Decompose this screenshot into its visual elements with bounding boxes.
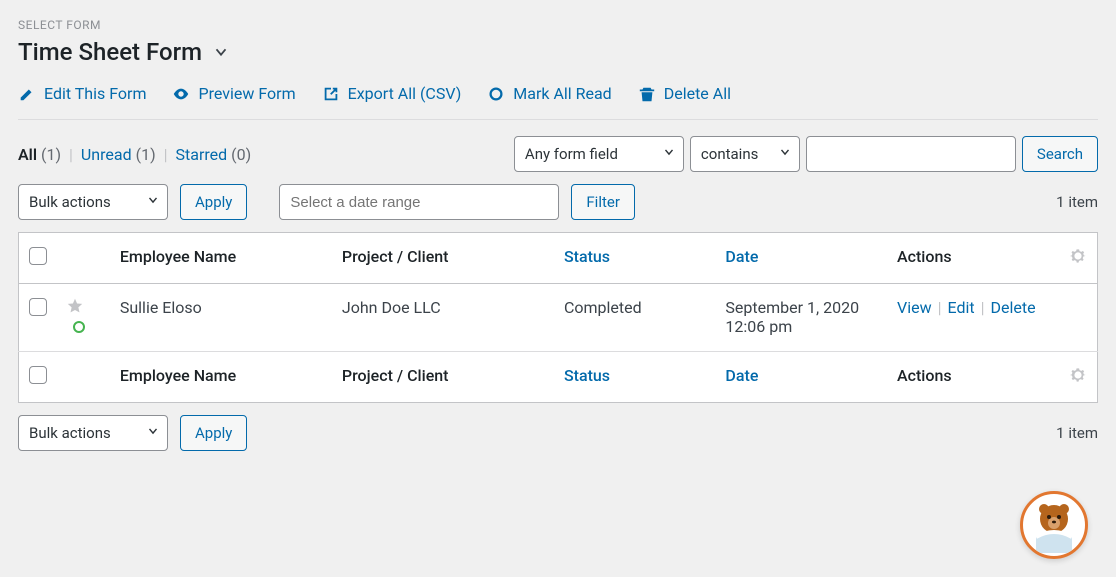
apply-button-bottom[interactable]: Apply xyxy=(180,415,247,451)
header-status[interactable]: Status xyxy=(554,233,715,284)
trash-icon xyxy=(638,85,656,103)
footer-checkbox-cell xyxy=(19,352,58,403)
mascot-icon xyxy=(1026,497,1082,553)
edit-form-link[interactable]: Edit This Form xyxy=(18,84,146,103)
filter-button[interactable]: Filter xyxy=(571,184,635,220)
header-checkbox-cell xyxy=(19,233,58,284)
footer-actions: Actions xyxy=(887,352,1059,403)
cell-status: Completed xyxy=(554,284,715,352)
entries-table: Employee Name Project / Client Status Da… xyxy=(18,232,1098,403)
cell-project-client: John Doe LLC xyxy=(332,284,554,352)
item-count-top: 1 item xyxy=(1056,193,1098,211)
edit-form-label: Edit This Form xyxy=(44,84,146,103)
export-csv-label: Export All (CSV) xyxy=(348,84,462,103)
operator-select-value: contains xyxy=(690,136,800,172)
form-title: Time Sheet Form xyxy=(18,38,202,66)
export-icon xyxy=(322,85,340,103)
tab-all-label: All xyxy=(18,145,37,164)
header-project-client: Project / Client xyxy=(332,233,554,284)
tab-starred[interactable]: Starred (0) xyxy=(176,145,252,164)
search-value-field[interactable] xyxy=(817,137,1005,171)
bulk-actions-select-bottom[interactable]: Bulk actions xyxy=(18,415,168,451)
eye-icon xyxy=(172,85,190,103)
separator xyxy=(18,119,1098,120)
cell-date: September 1, 2020 12:06 pm xyxy=(715,284,887,352)
view-link[interactable]: View xyxy=(897,298,932,317)
select-all-checkbox-footer[interactable] xyxy=(29,366,47,384)
circle-icon xyxy=(487,85,505,103)
tab-unread-label: Unread xyxy=(81,145,132,164)
footer-date[interactable]: Date xyxy=(715,352,887,403)
delete-all-label: Delete All xyxy=(664,84,731,103)
tab-starred-count: (0) xyxy=(231,145,251,164)
footer-indicators xyxy=(57,352,109,403)
header-indicators xyxy=(57,233,109,284)
footer-project-client: Project / Client xyxy=(332,352,554,403)
gear-icon xyxy=(1069,369,1087,388)
form-title-row: Time Sheet Form xyxy=(18,38,1098,66)
operator-select[interactable]: contains xyxy=(690,136,800,172)
select-all-checkbox[interactable] xyxy=(29,247,47,265)
search-value-input[interactable] xyxy=(806,136,1016,172)
entry-tabs: All (1) | Unread (1) | Starred (0) xyxy=(18,145,508,164)
tab-unread[interactable]: Unread (1) xyxy=(81,145,156,164)
header-actions: Actions xyxy=(887,233,1059,284)
field-select-value: Any form field xyxy=(514,136,684,172)
pencil-icon xyxy=(18,85,36,103)
select-form-label: SELECT FORM xyxy=(18,18,1098,32)
header-settings[interactable] xyxy=(1059,233,1098,284)
tab-all-count: (1) xyxy=(41,145,61,164)
row-checkbox-cell xyxy=(19,284,58,352)
filter-row-1: All (1) | Unread (1) | Starred (0) Any f… xyxy=(18,136,1098,172)
gear-icon xyxy=(1069,250,1087,269)
table-row: Sullie Eloso John Doe LLC Completed Sept… xyxy=(19,284,1098,352)
action-links: Edit This Form Preview Form Export All (… xyxy=(18,84,1098,103)
tab-starred-label: Starred xyxy=(176,145,228,164)
footer-employee-name: Employee Name xyxy=(110,352,332,403)
form-selector-toggle[interactable] xyxy=(212,43,230,61)
filter-row-2: Bulk actions Apply Filter 1 item xyxy=(18,184,1098,220)
field-select[interactable]: Any form field xyxy=(514,136,684,172)
delete-link[interactable]: Delete xyxy=(991,298,1036,317)
bulk-actions-value-bottom: Bulk actions xyxy=(18,415,168,451)
help-chat-button[interactable] xyxy=(1020,491,1088,559)
table-header-row: Employee Name Project / Client Status Da… xyxy=(19,233,1098,284)
date-range-field[interactable] xyxy=(290,185,548,219)
export-csv-link[interactable]: Export All (CSV) xyxy=(322,84,462,103)
footer-settings[interactable] xyxy=(1059,352,1098,403)
delete-all-link[interactable]: Delete All xyxy=(638,84,731,103)
cell-actions: View | Edit | Delete xyxy=(887,284,1098,352)
footer-status[interactable]: Status xyxy=(554,352,715,403)
item-count-bottom: 1 item xyxy=(1056,424,1098,442)
tab-unread-count: (1) xyxy=(136,145,156,164)
table-footer-row: Employee Name Project / Client Status Da… xyxy=(19,352,1098,403)
bottom-row: Bulk actions Apply 1 item xyxy=(18,415,1098,451)
preview-form-link[interactable]: Preview Form xyxy=(172,84,295,103)
tab-divider: | xyxy=(164,145,168,164)
action-separator: | xyxy=(938,298,942,317)
edit-link[interactable]: Edit xyxy=(948,298,975,317)
unread-indicator-icon[interactable] xyxy=(73,321,85,333)
apply-button[interactable]: Apply xyxy=(180,184,247,220)
row-checkbox[interactable] xyxy=(29,298,47,316)
cell-employee-name: Sullie Eloso xyxy=(110,284,332,352)
header-date[interactable]: Date xyxy=(715,233,887,284)
search-button[interactable]: Search xyxy=(1022,136,1098,172)
action-separator: | xyxy=(981,298,985,317)
preview-form-label: Preview Form xyxy=(198,84,295,103)
tab-all[interactable]: All (1) xyxy=(18,145,61,164)
star-icon[interactable] xyxy=(67,299,83,318)
mark-all-read-label: Mark All Read xyxy=(513,84,611,103)
date-range-input[interactable] xyxy=(279,184,559,220)
mark-all-read-link[interactable]: Mark All Read xyxy=(487,84,611,103)
row-indicators xyxy=(57,284,109,352)
bulk-actions-value: Bulk actions xyxy=(18,184,168,220)
tab-divider: | xyxy=(69,145,73,164)
header-employee-name: Employee Name xyxy=(110,233,332,284)
bulk-actions-select[interactable]: Bulk actions xyxy=(18,184,168,220)
